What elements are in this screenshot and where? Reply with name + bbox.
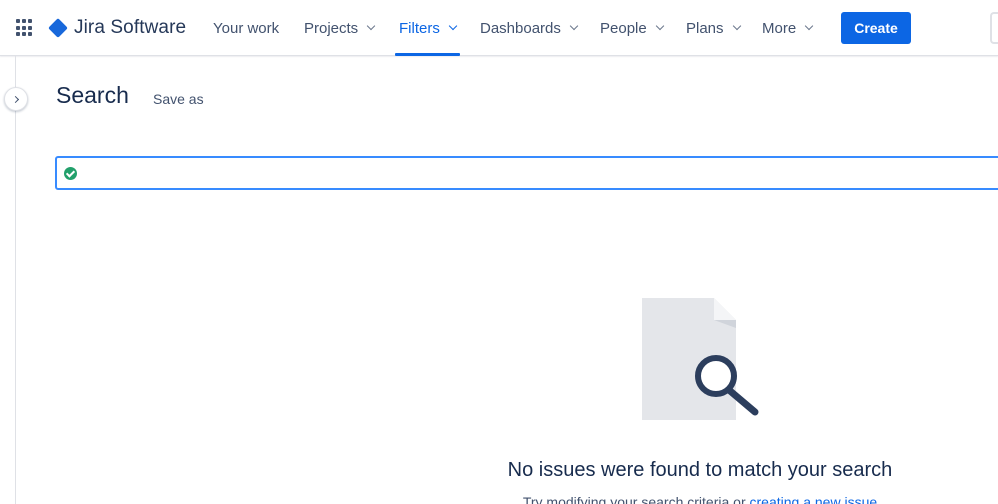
nav-filters[interactable]: Filters	[399, 18, 458, 38]
check-circle-icon	[64, 167, 77, 180]
page-title: Search	[56, 82, 129, 108]
product-name: Jira Software	[74, 17, 187, 38]
nav-projects[interactable]: Projects	[304, 18, 376, 38]
nav-your-work-label: Your work	[213, 19, 280, 37]
chevron-down-icon	[804, 21, 814, 31]
jql-search-input[interactable]	[55, 156, 998, 190]
empty-state-title: No issues were found to match your searc…	[507, 459, 893, 481]
nav-more[interactable]: More	[762, 18, 814, 38]
nav-plans[interactable]: Plans	[686, 18, 741, 38]
document-magnifier-icon	[642, 298, 759, 420]
create-button[interactable]: Create	[841, 12, 911, 44]
product-logo[interactable]: Jira Software	[48, 17, 186, 39]
chevron-down-icon	[655, 21, 664, 31]
nav-more-label: More	[762, 19, 797, 37]
chevron-right-icon	[11, 95, 19, 103]
chevron-down-icon	[569, 21, 579, 31]
nav-projects-label: Projects	[304, 19, 359, 37]
nav-dashboards[interactable]: Dashboards	[480, 18, 579, 38]
nav-plans-label: Plans	[686, 19, 724, 37]
chevron-down-icon	[366, 21, 376, 31]
sidebar-divider	[15, 56, 16, 504]
nav-dashboards-label: Dashboards	[480, 19, 561, 37]
active-nav-indicator	[395, 53, 460, 56]
app-switcher-icon[interactable]	[16, 19, 34, 37]
save-as-button[interactable]: Save as	[153, 91, 204, 107]
empty-state-subtitle: Try modifying your search criteria or cr…	[470, 494, 930, 504]
empty-state-subtitle-text: Try modifying your search criteria or	[522, 494, 750, 504]
jira-logo-icon	[48, 18, 68, 38]
chevron-down-icon	[448, 21, 458, 31]
chevron-down-icon	[732, 21, 741, 31]
nav-filters-label: Filters	[399, 19, 440, 37]
nav-people[interactable]: People	[600, 18, 664, 38]
expand-sidebar-button[interactable]	[4, 87, 28, 111]
nav-your-work[interactable]: Your work	[213, 18, 279, 38]
nav-people-label: People	[600, 19, 647, 37]
create-issue-link[interactable]: creating a new issue	[750, 494, 878, 504]
global-search-input[interactable]	[990, 12, 998, 44]
top-navigation: Jira Software Your work Projects Filters…	[0, 0, 998, 56]
